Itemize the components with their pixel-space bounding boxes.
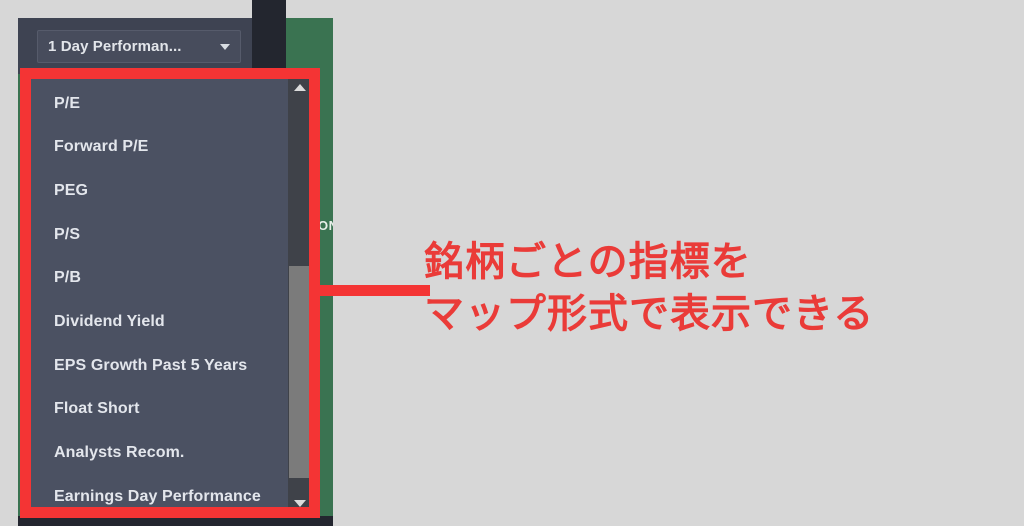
dropdown-scrollbar[interactable]: [288, 76, 312, 514]
annotation-caption-line-2: マップ形式で表示できる: [424, 291, 875, 337]
dropdown-item-label: Analysts Recom.: [54, 444, 185, 462]
dropdown-item[interactable]: EPS Growth Past 5 Years: [28, 344, 288, 387]
scroll-down-button[interactable]: [288, 492, 312, 514]
annotation-caption: 銘柄ごとの指標を マップ形式で表示できる: [424, 236, 874, 340]
dropdown-item-label: P/B: [54, 269, 81, 287]
dropdown-item[interactable]: P/S: [28, 213, 288, 256]
dropdown-item-label: Forward P/E: [54, 138, 149, 156]
dropdown-item[interactable]: Forward P/E: [28, 126, 288, 169]
dropdown-item[interactable]: Float Short: [28, 388, 288, 431]
dropdown-item[interactable]: Analysts Recom.: [28, 432, 288, 475]
dropdown-item-label: EPS Growth Past 5 Years: [54, 356, 248, 374]
scrollbar-thumb[interactable]: [289, 266, 311, 478]
annotation-connector-line: [318, 285, 430, 296]
metric-select-value: 1 Day Performan...: [48, 38, 182, 55]
dropdown-item-label: Dividend Yield: [54, 313, 165, 330]
scroll-down-arrow-icon: [294, 499, 306, 507]
map-partial-label: ON: [318, 218, 333, 233]
metric-dropdown-panel: P/E Forward P/E PEG P/S P/B Dividend Yield EPS…: [28, 76, 312, 514]
dropdown-item[interactable]: P/E: [28, 82, 288, 125]
dropdown-item[interactable]: P/B: [28, 257, 288, 300]
scroll-up-button[interactable]: [288, 76, 312, 98]
app-toolbar: 1 Day Performan...: [18, 18, 270, 74]
metric-select-button[interactable]: 1 Day Performan...: [37, 30, 241, 63]
dropdown-item[interactable]: Dividend Yield: [28, 301, 288, 344]
dropdown-item-label: Earnings Day Performance: [54, 487, 261, 505]
chevron-down-icon: [220, 43, 230, 50]
dropdown-item-label: P/S: [54, 225, 81, 243]
dropdown-item-label: PEG: [54, 181, 89, 199]
dropdown-item-label: P/E: [54, 94, 81, 112]
screenshot-canvas: ON 1 Day Performan... P/EForward P/EPEGP…: [0, 0, 1024, 526]
dropdown-item-label: Float Short: [54, 400, 140, 418]
dropdown-item[interactable]: PEG: [28, 169, 288, 212]
dropdown-item[interactable]: Earnings Day Performance: [28, 475, 288, 514]
metric-dropdown-list[interactable]: P/E Forward P/E PEG P/S P/B Dividend Yield EPS…: [28, 76, 288, 514]
annotation-caption-line-1: 銘柄ごとの指標を: [424, 239, 752, 285]
scroll-up-arrow-icon: [294, 83, 306, 91]
